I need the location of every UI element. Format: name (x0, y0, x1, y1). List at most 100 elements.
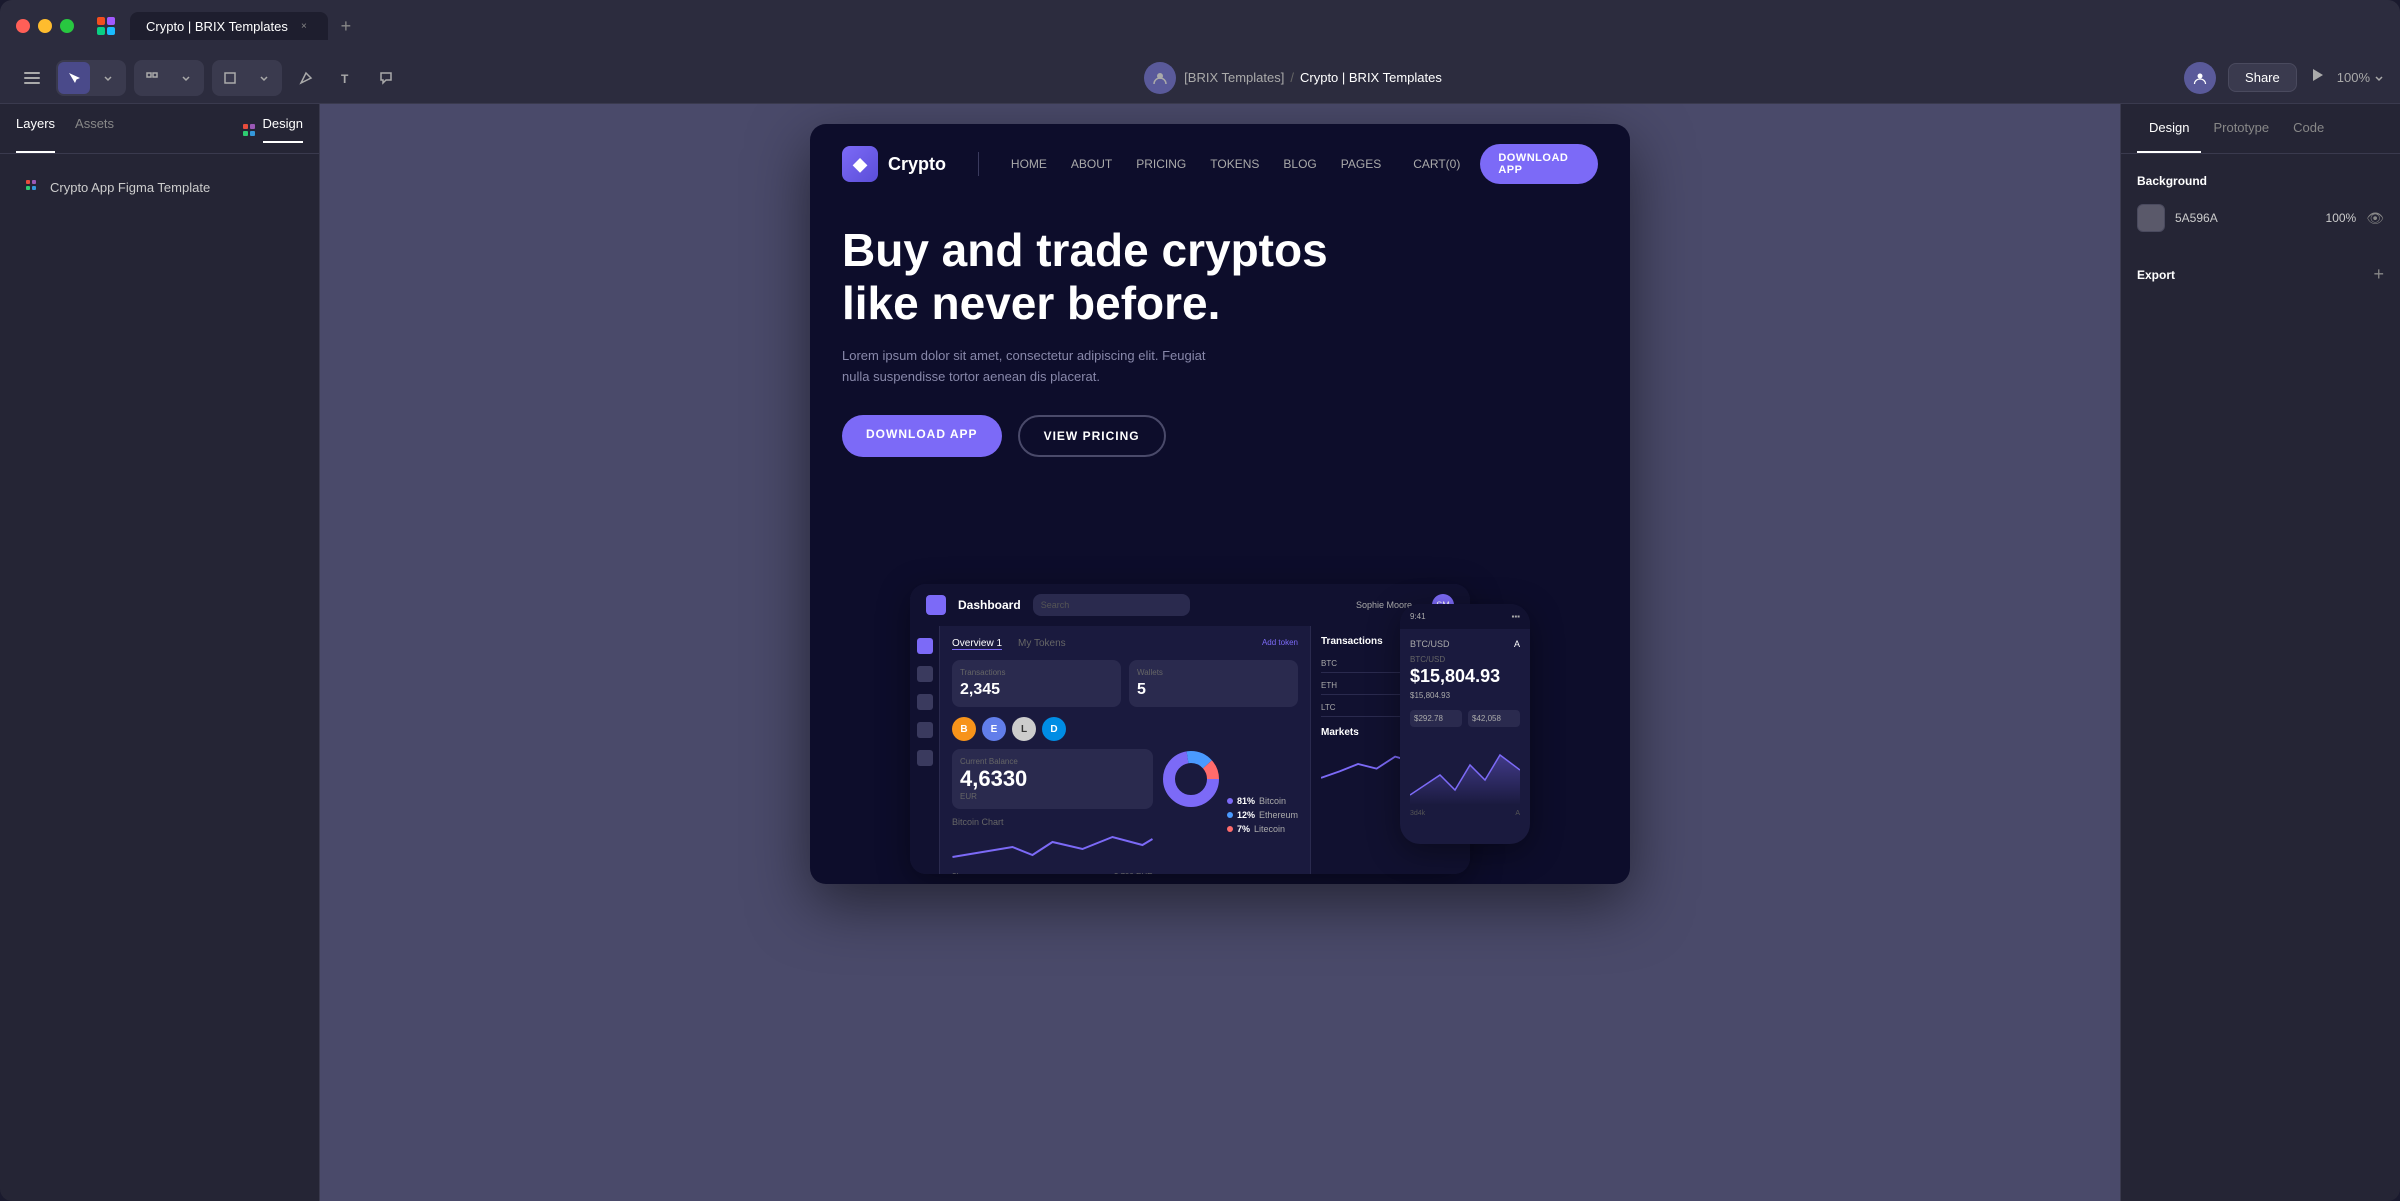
menu-button[interactable] (16, 62, 48, 94)
toolbar-left: T (16, 60, 402, 96)
tab-bar: Crypto | BRIX Templates × + (130, 12, 2384, 40)
balance-card: Current Balance 4,6330 EUR (952, 749, 1153, 809)
donut-labels: 81% Bitcoin 12% Ethereum (1227, 749, 1298, 874)
phone-time: 9:41 (1410, 612, 1426, 621)
select-dropdown[interactable] (92, 62, 124, 94)
hamburger-icon (24, 72, 40, 84)
right-tab-prototype[interactable]: Prototype (2201, 104, 2281, 153)
export-title: Export (2137, 268, 2175, 282)
text-tool[interactable]: T (330, 62, 362, 94)
dash-search[interactable]: Search (1033, 594, 1191, 616)
toolbar-center: [BRIX Templates] / Crypto | BRIX Templat… (410, 62, 2176, 94)
stat-label-wallets: Wallets (1137, 668, 1290, 677)
stat-value-tx: 2,345 (960, 681, 1113, 699)
color-hex[interactable]: 5A596A (2175, 211, 2316, 225)
frame-tool[interactable] (136, 62, 168, 94)
phone-label: BTC/USD (1410, 655, 1520, 664)
pen-tool[interactable] (290, 62, 322, 94)
dash-sidebar-icon-2[interactable] (917, 666, 933, 682)
export-add-button[interactable]: + (2373, 264, 2384, 285)
title-bar: Crypto | BRIX Templates × + (0, 0, 2400, 52)
play-button[interactable] (2309, 67, 2325, 88)
donut-label-ltc: 7% Litecoin (1227, 824, 1298, 834)
dash-main-content: Overview 1 My Tokens Add token Transacti… (940, 626, 1310, 874)
breadcrumb-file[interactable]: Crypto | BRIX Templates (1300, 70, 1442, 85)
donut-pct-btc: 81% (1237, 796, 1255, 806)
right-sidebar: Design Prototype Code Background 5A596A … (2120, 104, 2400, 1201)
breadcrumb-sep1: / (1290, 70, 1294, 85)
canvas-area[interactable]: Crypto ◆ Crypto HOME ABOUT (320, 104, 2120, 1201)
select-tool[interactable] (58, 62, 90, 94)
phone-chart (1410, 735, 1520, 805)
breadcrumb-workspace[interactable]: [BRIX Templates] (1184, 70, 1284, 85)
tab-layers[interactable]: Layers (16, 116, 55, 153)
nav-pages[interactable]: PAGES (1341, 157, 1381, 171)
nav-blog[interactable]: BLOG (1283, 157, 1316, 171)
phone-stats: $292.78 $42,058 (1410, 710, 1520, 727)
background-title: Background (2137, 174, 2207, 188)
token-icons-row: B E L D (952, 717, 1298, 741)
phone-stat-val1: $292.78 (1414, 714, 1458, 723)
phone-pair: BTC/USD (1410, 639, 1450, 649)
active-tab[interactable]: Crypto | BRIX Templates × (130, 12, 328, 40)
download-nav-button[interactable]: DOWNLOAD APP (1480, 144, 1598, 184)
nav-about[interactable]: ABOUT (1071, 157, 1112, 171)
donut-chart (1161, 749, 1221, 809)
dash-logo-icon (926, 595, 946, 615)
new-tab-button[interactable]: + (332, 12, 360, 40)
share-button[interactable]: Share (2228, 63, 2297, 92)
donut-name-ltc: Litecoin (1254, 824, 1285, 834)
site-logo: ◆ Crypto (842, 146, 946, 182)
balance-area: Current Balance 4,6330 EUR Bitcoin Chart (952, 749, 1153, 874)
cart-link[interactable]: CART(0) (1413, 157, 1460, 171)
visibility-toggle[interactable]: 👁 (2366, 210, 2384, 227)
hero-pricing-button[interactable]: VIEW PRICING (1018, 415, 1166, 457)
tab-label: Crypto | BRIX Templates (146, 19, 288, 34)
dash-tab-tokens[interactable]: My Tokens (1018, 638, 1066, 650)
add-token-btn[interactable]: Add token (1262, 638, 1298, 650)
phone-chart-labels: 3d4kA (1410, 810, 1520, 817)
dash-sidebar-icon-4[interactable] (917, 722, 933, 738)
dash-tab-overview[interactable]: Overview 1 (952, 638, 1002, 650)
zoom-control[interactable]: 100% (2337, 70, 2384, 85)
balance-currency: EUR (960, 792, 1145, 801)
close-button[interactable] (16, 19, 30, 33)
tab-assets[interactable]: Assets (75, 116, 114, 153)
stat-transactions: Transactions 2,345 (952, 660, 1121, 707)
donut-pct-eth: 12% (1237, 810, 1255, 820)
traffic-lights (16, 19, 74, 33)
color-swatch[interactable] (2137, 204, 2165, 232)
svg-text:T: T (341, 72, 349, 85)
zoom-value: 100% (2337, 70, 2370, 85)
stat-label-tx: Transactions (960, 668, 1113, 677)
fullscreen-button[interactable] (60, 19, 74, 33)
shape-dropdown[interactable] (248, 62, 280, 94)
tab-design[interactable]: Design (263, 116, 303, 143)
stat-wallets: Wallets 5 (1129, 660, 1298, 707)
right-tab-design[interactable]: Design (2137, 104, 2201, 153)
nav-pricing[interactable]: PRICING (1136, 157, 1186, 171)
hero-download-button[interactable]: DOWNLOAD APP (842, 415, 1002, 457)
dash-sidebar-icon-1[interactable] (917, 638, 933, 654)
right-tab-code[interactable]: Code (2281, 104, 2336, 153)
rect-tool[interactable] (214, 62, 246, 94)
left-sidebar: Layers Assets Design (0, 104, 320, 1201)
phone-body: BTC/USD A BTC/USD $15,804.93 $15,804.93 (1400, 629, 1530, 827)
minimize-button[interactable] (38, 19, 52, 33)
nav-tokens[interactable]: TOKENS (1210, 157, 1259, 171)
bg-color-row: 5A596A 100% 👁 (2137, 204, 2384, 232)
user-avatar[interactable] (2184, 62, 2216, 94)
dash-body: Overview 1 My Tokens Add token Transacti… (910, 626, 1470, 874)
nav-home[interactable]: HOME (1011, 157, 1047, 171)
comment-tool[interactable] (370, 62, 402, 94)
dash-sidebar-icon-5[interactable] (917, 750, 933, 766)
phone-signal: ▪▪▪ (1511, 612, 1520, 621)
layer-item-crypto-template[interactable]: Crypto App Figma Template (16, 170, 303, 204)
phone-initial: A (1514, 639, 1520, 649)
donut-dot-btc (1227, 798, 1233, 804)
balance-donut-section: Current Balance 4,6330 EUR Bitcoin Chart (952, 749, 1298, 874)
dash-sidebar-icon-3[interactable] (917, 694, 933, 710)
frame-dropdown[interactable] (170, 62, 202, 94)
opacity-value[interactable]: 100% (2326, 211, 2357, 225)
tab-close-button[interactable]: × (296, 18, 312, 34)
